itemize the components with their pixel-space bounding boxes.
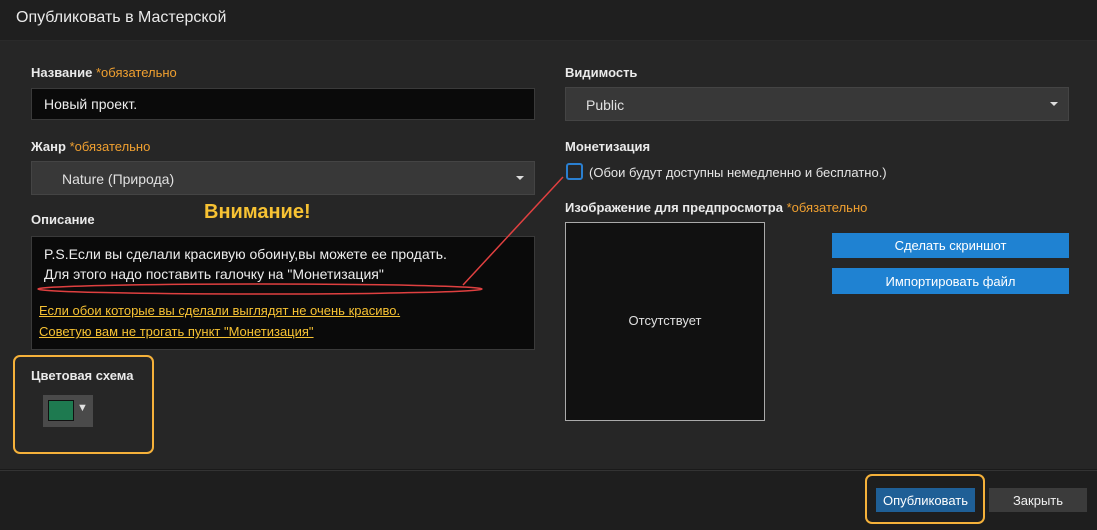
- annotation-ellipse: [37, 283, 483, 295]
- annotation-arrow-line: [462, 176, 564, 286]
- close-button[interactable]: Закрыть: [989, 488, 1087, 512]
- publish-highlight: [865, 474, 985, 524]
- annotation-overlay: [37, 176, 564, 295]
